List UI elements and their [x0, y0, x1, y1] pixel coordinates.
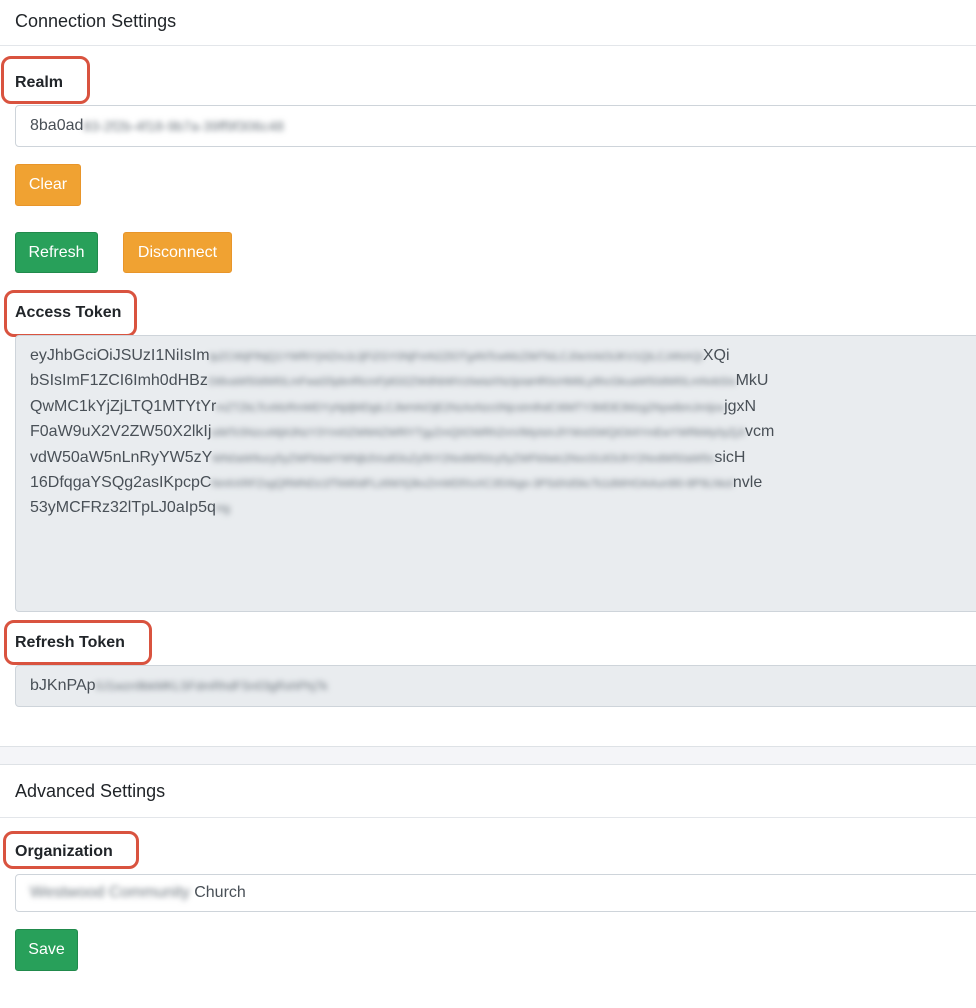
refresh-token-highlight [4, 620, 152, 665]
realm-input[interactable]: 8ba0ad 83-2f2b-4f18-9b7a-39ff9f306c48 [15, 105, 976, 147]
section-divider [0, 747, 976, 764]
access-token-highlight [4, 290, 137, 337]
access-token-line: QwMC1kYjZjLTQ1MTYtYrmZTZkLTcxMzRmMDYyNjd… [30, 397, 757, 415]
clear-button[interactable]: Clear [15, 164, 81, 206]
refresh-token-input[interactable]: bJKnPAp 0J1wzn9bkMKLSFdmRhdFSn03gRxhPhj7k [15, 665, 976, 707]
refresh-token-value: bJKnPAp [30, 677, 96, 694]
organization-input[interactable]: Westwood Community Church [15, 874, 976, 912]
access-token-line: vdW50aW5nLnRyYW5zYWN0aW9ucy5yZWFkIiwiYWN… [30, 448, 746, 466]
realm-value: 8ba0ad [30, 117, 84, 134]
connection-settings-header: Connection Settings [0, 0, 976, 46]
access-token-line: bSIsImF1ZCI6Imh0dHBzOi8vaW50dWl0LmFwaS5p… [30, 372, 769, 390]
disconnect-button[interactable]: Disconnect [123, 232, 232, 273]
organization-value-redacted: Westwood Community [30, 884, 190, 901]
refresh-token-value-redacted: 0J1wzn9bkMKLSFdmRhdFSn03gRxhPhj7k [95, 679, 328, 693]
save-button[interactable]: Save [15, 929, 78, 971]
realm-highlight [1, 56, 90, 104]
access-token-line: 53yMCFRz32lTpLJ0aIp5qHg [30, 499, 230, 517]
organization-value: Church [189, 884, 246, 901]
access-token-line: 16DfqgaYSQg2asIKpcpCNmhXRFZsgQRMNDz1fTkM… [30, 474, 763, 492]
realm-value-redacted: 83-2f2b-4f18-9b7a-39ff9f306c48 [83, 118, 284, 134]
access-token-line: eyJhbGciOiJSUzI1NiIsImtpZCI6IjFlNjQ1YWRi… [30, 347, 730, 364]
organization-highlight [3, 831, 139, 869]
advanced-settings-header: Advanced Settings [0, 765, 976, 818]
refresh-button[interactable]: Refresh [15, 232, 98, 273]
access-token-textarea[interactable]: eyJhbGciOiJSUzI1NiIsImtpZCI6IjFlNjQ1YWRi… [15, 335, 976, 612]
access-token-line: F0aW9uX2V2ZW50X2lkIjoiMTc5NzcxMjA3NzY3Ym… [30, 423, 775, 441]
